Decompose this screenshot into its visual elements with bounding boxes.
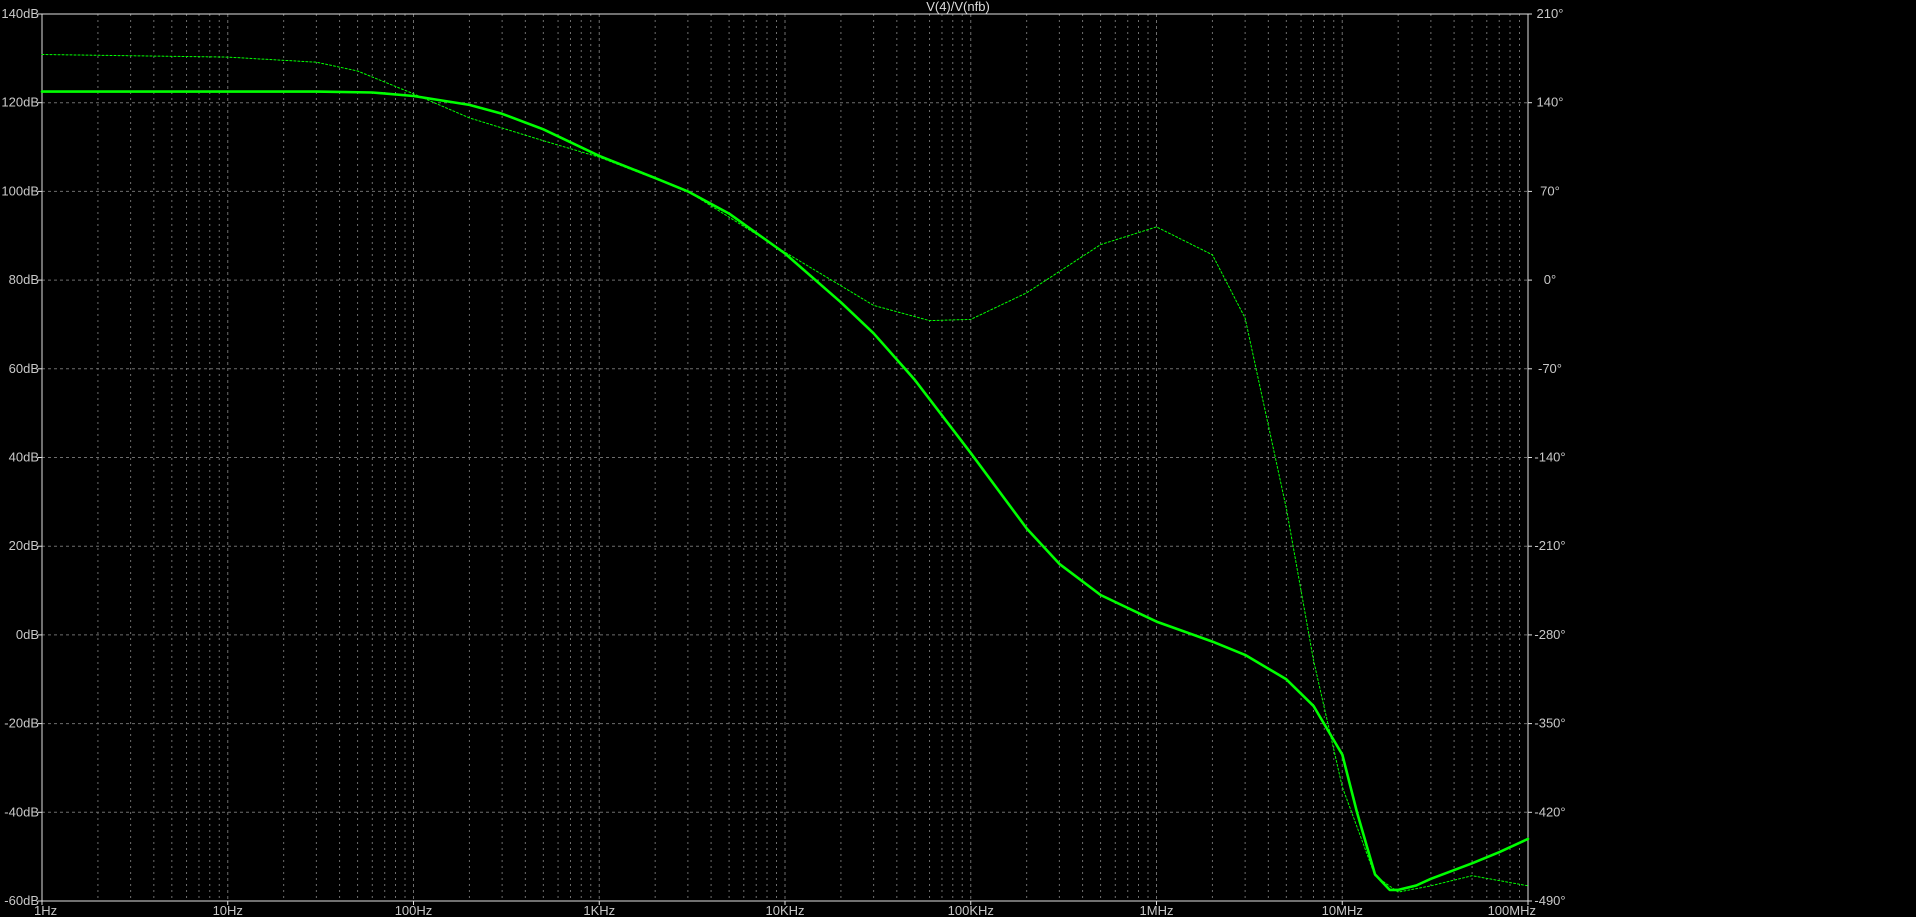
y-left-tick-label: 140dB bbox=[1, 6, 39, 21]
y-right-tick-label: -420° bbox=[1534, 804, 1565, 819]
y-right-tick-label: -490° bbox=[1534, 893, 1565, 908]
x-tick-label: 1KHz bbox=[583, 903, 615, 917]
x-tick-label: 100Hz bbox=[395, 903, 433, 917]
y-right-tick-label: -210° bbox=[1534, 538, 1565, 553]
x-tick-label: 10MHz bbox=[1322, 903, 1363, 917]
y-left-tick-label: 120dB bbox=[1, 95, 39, 110]
x-tick-label: 1MHz bbox=[1140, 903, 1174, 917]
y-right-tick-label: -280° bbox=[1534, 627, 1565, 642]
y-left-tick-label: -20dB bbox=[4, 716, 39, 731]
y-left-tick-label: 40dB bbox=[9, 450, 39, 465]
chart-title[interactable]: V(4)/V(nfb) bbox=[926, 0, 990, 14]
bode-plot: 1Hz 10Hz 100Hz 1KHz 10KHz 100KHz 1MHz 10MHz 100M… bbox=[0, 0, 1916, 917]
y-left-tick-label: 100dB bbox=[1, 183, 39, 198]
x-tick-label: 10KHz bbox=[765, 903, 804, 917]
y-right-tick-label: -350° bbox=[1534, 716, 1565, 731]
y-right-tick-label: -140° bbox=[1534, 450, 1565, 465]
y-right-tick-label: -70° bbox=[1538, 361, 1562, 376]
y-left-tick-label: -40dB bbox=[4, 804, 39, 819]
y-left-tick-label: 80dB bbox=[9, 272, 39, 287]
y-left-tick-label: 20dB bbox=[9, 538, 39, 553]
y-right-tick-label: 210° bbox=[1537, 6, 1564, 21]
y-left-tick-label: 60dB bbox=[9, 361, 39, 376]
y-left-tick-label: -60dB bbox=[4, 893, 39, 908]
plot-background bbox=[0, 0, 1916, 917]
y-right-tick-label: 140° bbox=[1537, 95, 1564, 110]
y-left-tick-label: 0dB bbox=[16, 627, 39, 642]
x-tick-label: 100MHz bbox=[1488, 903, 1536, 917]
y-right-tick-label: 70° bbox=[1540, 183, 1560, 198]
x-tick-label: 100KHz bbox=[948, 903, 994, 917]
x-tick-label: 10Hz bbox=[213, 903, 243, 917]
y-right-tick-label: 0° bbox=[1544, 272, 1556, 287]
